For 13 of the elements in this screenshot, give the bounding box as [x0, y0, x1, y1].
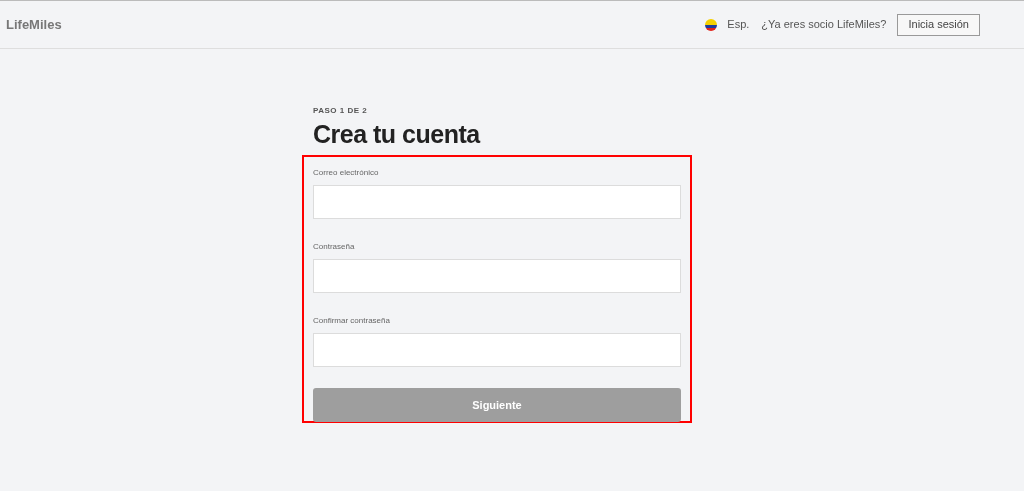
field-label: Confirmar contraseña	[313, 315, 391, 327]
page-title: Crea tu cuenta	[313, 119, 482, 149]
flag-icon	[705, 18, 718, 31]
input-field[interactable]	[313, 185, 681, 219]
logo: LifeMiles	[6, 15, 62, 34]
language-selector[interactable]: Esp.	[727, 16, 750, 33]
step-label: PASO 1 DE 2	[313, 105, 369, 117]
field-label: Correo electrónico	[313, 167, 380, 179]
input-field[interactable]	[313, 333, 681, 367]
input-field[interactable]	[313, 259, 681, 293]
login-button[interactable]: Inicia sesión	[897, 13, 980, 36]
member-prompt: ¿Ya eres socio LifeMiles?	[761, 17, 887, 33]
field-label: Contraseña	[313, 241, 356, 253]
